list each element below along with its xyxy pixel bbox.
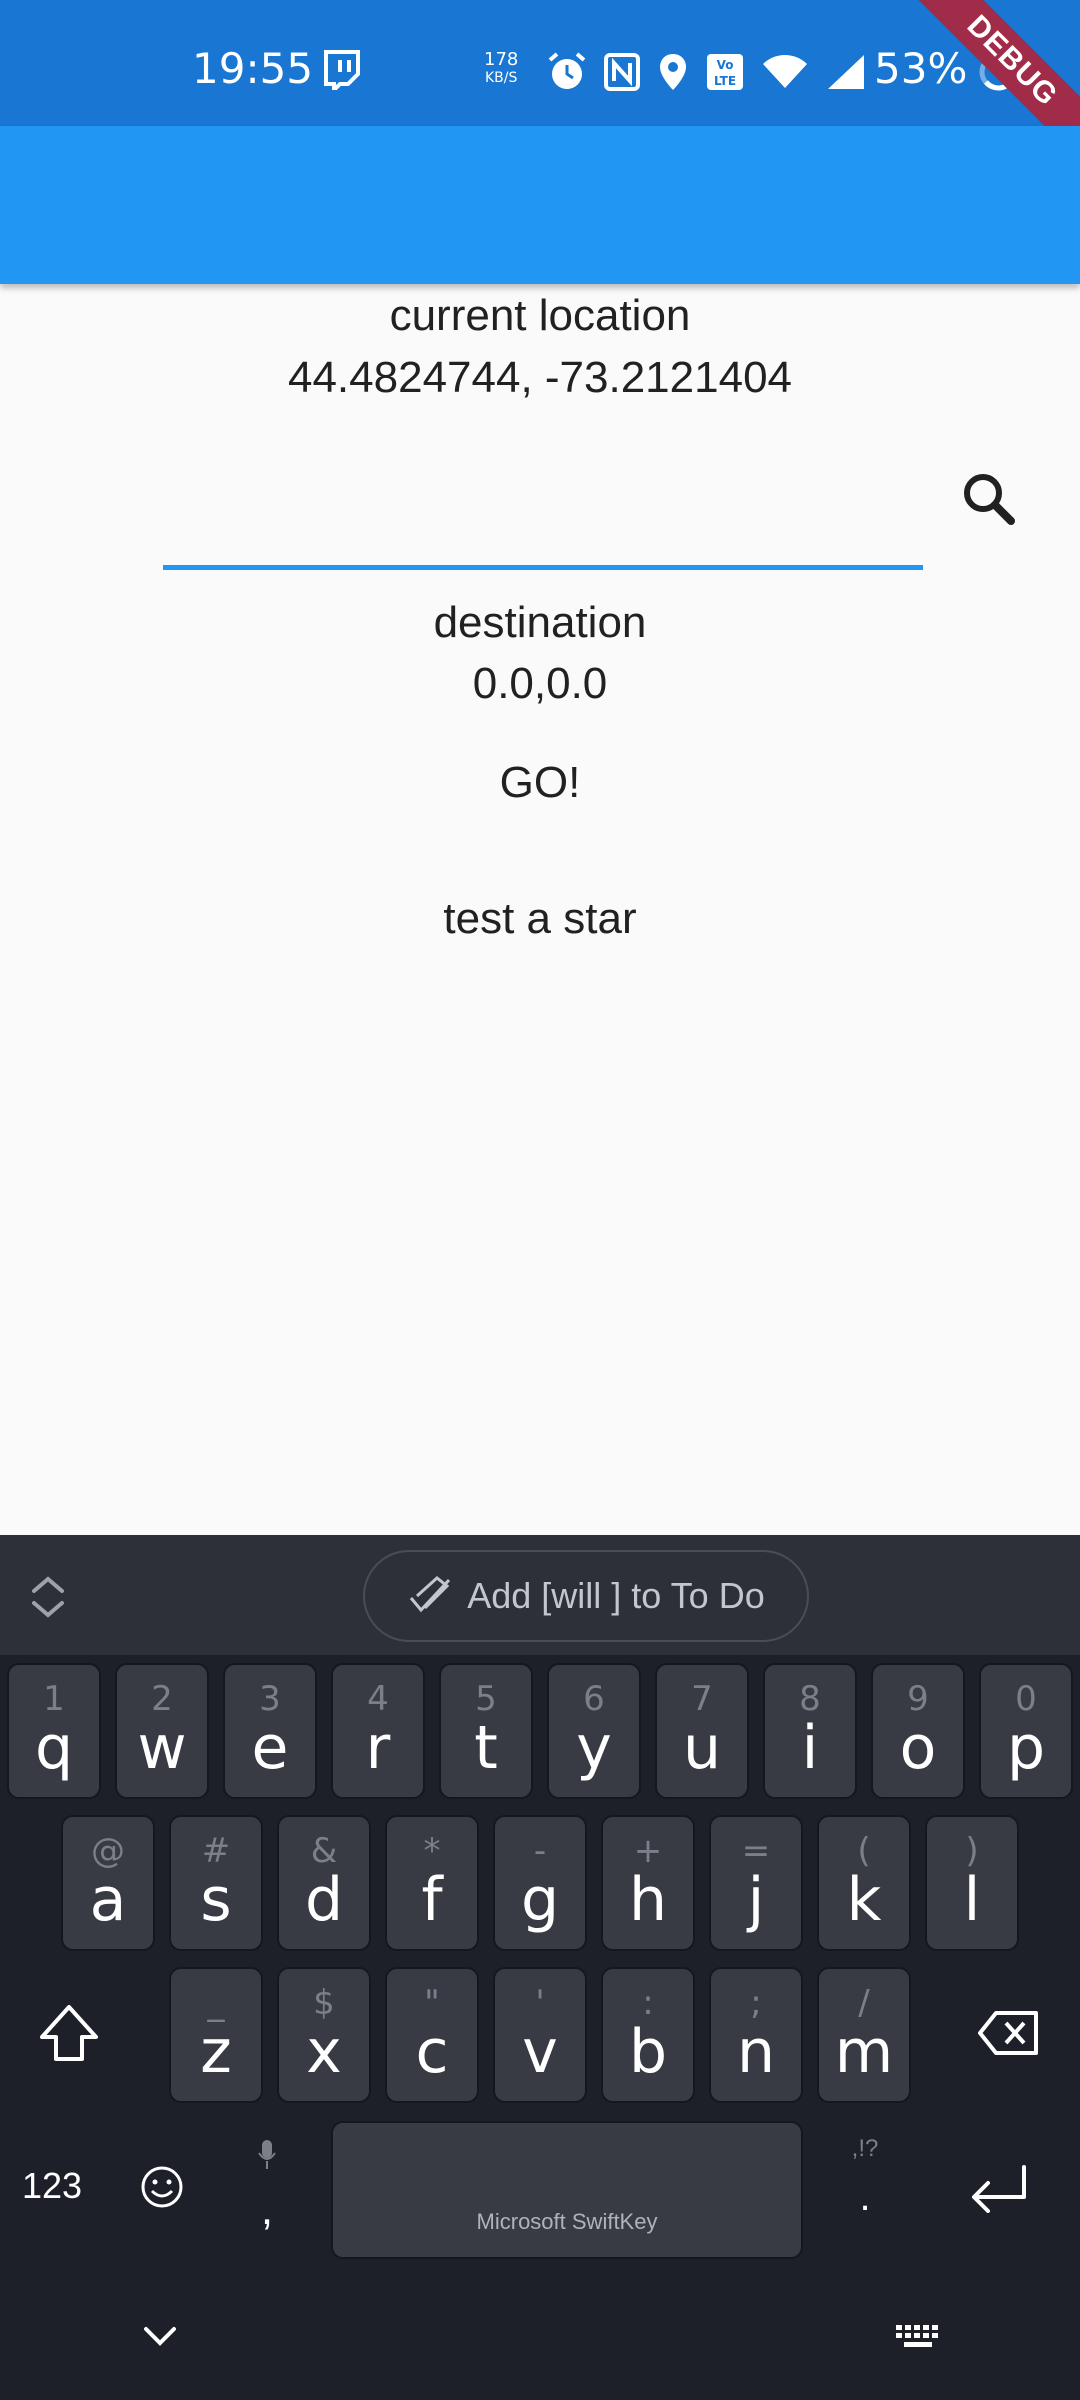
key-label: c	[415, 2017, 449, 2087]
enter-icon[interactable]	[968, 2163, 1030, 2218]
key-d[interactable]: & d	[277, 1815, 371, 1951]
key-label: j	[747, 1865, 765, 1935]
nfc-icon	[604, 53, 640, 91]
key-f[interactable]: * f	[385, 1815, 479, 1951]
key-label: k	[846, 1865, 882, 1935]
period-key[interactable]: ,!? .	[840, 2135, 890, 2245]
key-label: r	[365, 1713, 391, 1783]
microphone-icon	[258, 2140, 276, 2169]
key-label: a	[89, 1865, 127, 1935]
comma-key[interactable]: ,	[242, 2133, 292, 2243]
key-l[interactable]: ) l	[925, 1815, 1019, 1951]
key-label: p	[1006, 1713, 1046, 1783]
battery-percent: 53%	[874, 44, 968, 93]
key-y[interactable]: 6y	[547, 1663, 641, 1799]
status-time: 19:55	[192, 44, 314, 93]
keyboard: Add [will ] to To Do 1q2w3e4r5t6y7u8i9o0…	[0, 1535, 1080, 2400]
period-hint: ,!?	[851, 2135, 879, 2162]
key-label: z	[200, 2017, 232, 2087]
key-label: d	[304, 1865, 344, 1935]
key-label: s	[200, 1865, 232, 1935]
comma-label: ,	[260, 2185, 274, 2234]
svg-text:Vo: Vo	[717, 58, 734, 72]
volte-icon: Vo LTE	[706, 53, 744, 91]
add-to-todo-suggestion[interactable]: Add [will ] to To Do	[363, 1550, 809, 1642]
key-label: y	[576, 1713, 612, 1783]
wifi-icon	[762, 54, 808, 90]
key-q[interactable]: 1q	[7, 1663, 101, 1799]
key-label: l	[963, 1865, 981, 1935]
status-bar: 19:55 178 KB/S Vo LTE 53% DEBUG	[0, 0, 1080, 170]
key-label: x	[306, 2017, 342, 2087]
network-speed-unit: KB/S	[484, 70, 518, 86]
period-label: .	[859, 2175, 871, 2219]
key-n[interactable]: ; n	[709, 1967, 803, 2103]
key-label: e	[251, 1713, 289, 1783]
key-label: m	[834, 2017, 894, 2087]
key-label: v	[522, 2017, 558, 2087]
key-s[interactable]: # s	[169, 1815, 263, 1951]
todo-suggestion-label: Add [will ] to To Do	[467, 1575, 765, 1616]
app-bar	[0, 126, 1080, 284]
destination-search-input[interactable]	[163, 450, 923, 570]
key-i[interactable]: 8i	[763, 1663, 857, 1799]
backspace-icon[interactable]	[978, 2009, 1040, 2062]
key-o[interactable]: 9o	[871, 1663, 965, 1799]
key-label: w	[137, 1713, 187, 1783]
key-p[interactable]: 0p	[979, 1663, 1073, 1799]
current-location-label: current location	[389, 291, 691, 340]
network-speed-value: 178	[484, 49, 519, 70]
key-b[interactable]: :b	[601, 1967, 695, 2103]
key-c[interactable]: " c	[385, 1967, 479, 2103]
key-label: u	[682, 1713, 722, 1783]
key-label: b	[628, 2017, 668, 2087]
key-label: g	[520, 1865, 560, 1935]
svg-text:LTE: LTE	[714, 74, 736, 88]
numbers-key[interactable]: 123	[22, 2165, 82, 2207]
expand-toolbar-icon[interactable]	[28, 1575, 68, 1619]
search-icon	[964, 474, 1015, 525]
alarm-icon	[548, 52, 586, 92]
search-button[interactable]	[955, 465, 1025, 535]
key-label: t	[474, 1713, 498, 1783]
key-m[interactable]: / m	[817, 1967, 911, 2103]
emoji-icon[interactable]	[140, 2165, 184, 2214]
hide-keyboard-icon[interactable]	[142, 2325, 178, 2354]
network-speed: 178 KB/S	[484, 50, 518, 88]
todo-check-icon	[410, 1576, 451, 1613]
suggestion-bar: Add [will ] to To Do	[0, 1535, 1080, 1655]
space-key[interactable]: Microsoft SwiftKey	[331, 2121, 803, 2259]
key-j[interactable]: = j	[709, 1815, 803, 1951]
key-label: h	[628, 1865, 668, 1935]
key-z[interactable]: _ z	[169, 1967, 263, 2103]
twitch-icon	[322, 50, 360, 95]
test-astar-button[interactable]: test a star	[390, 882, 690, 956]
key-a[interactable]: @ a	[61, 1815, 155, 1951]
shift-icon[interactable]	[38, 2003, 100, 2068]
current-location-coords: 44.4824744, -73.2121404	[287, 353, 793, 402]
keyboard-switch-icon[interactable]	[894, 2321, 944, 2360]
key-x[interactable]: $ x	[277, 1967, 371, 2103]
go-button[interactable]: GO!	[440, 748, 640, 818]
key-e[interactable]: 3e	[223, 1663, 317, 1799]
key-label: n	[736, 2017, 776, 2087]
key-h[interactable]: + h	[601, 1815, 695, 1951]
key-label: q	[34, 1713, 74, 1783]
destination-label: destination	[433, 598, 647, 647]
key-r[interactable]: 4r	[331, 1663, 425, 1799]
key-v[interactable]: ' v	[493, 1967, 587, 2103]
key-k[interactable]: (k	[817, 1815, 911, 1951]
key-t[interactable]: 5t	[439, 1663, 533, 1799]
key-w[interactable]: 2w	[115, 1663, 209, 1799]
key-u[interactable]: 7u	[655, 1663, 749, 1799]
location-icon	[658, 52, 688, 92]
space-label: Microsoft SwiftKey	[476, 2209, 658, 2234]
key-g[interactable]: -g	[493, 1815, 587, 1951]
destination-coords: 0.0,0.0	[472, 659, 608, 708]
key-label: f	[421, 1865, 443, 1935]
signal-icon	[826, 53, 866, 91]
key-label: o	[899, 1713, 937, 1783]
key-label: i	[801, 1713, 819, 1783]
